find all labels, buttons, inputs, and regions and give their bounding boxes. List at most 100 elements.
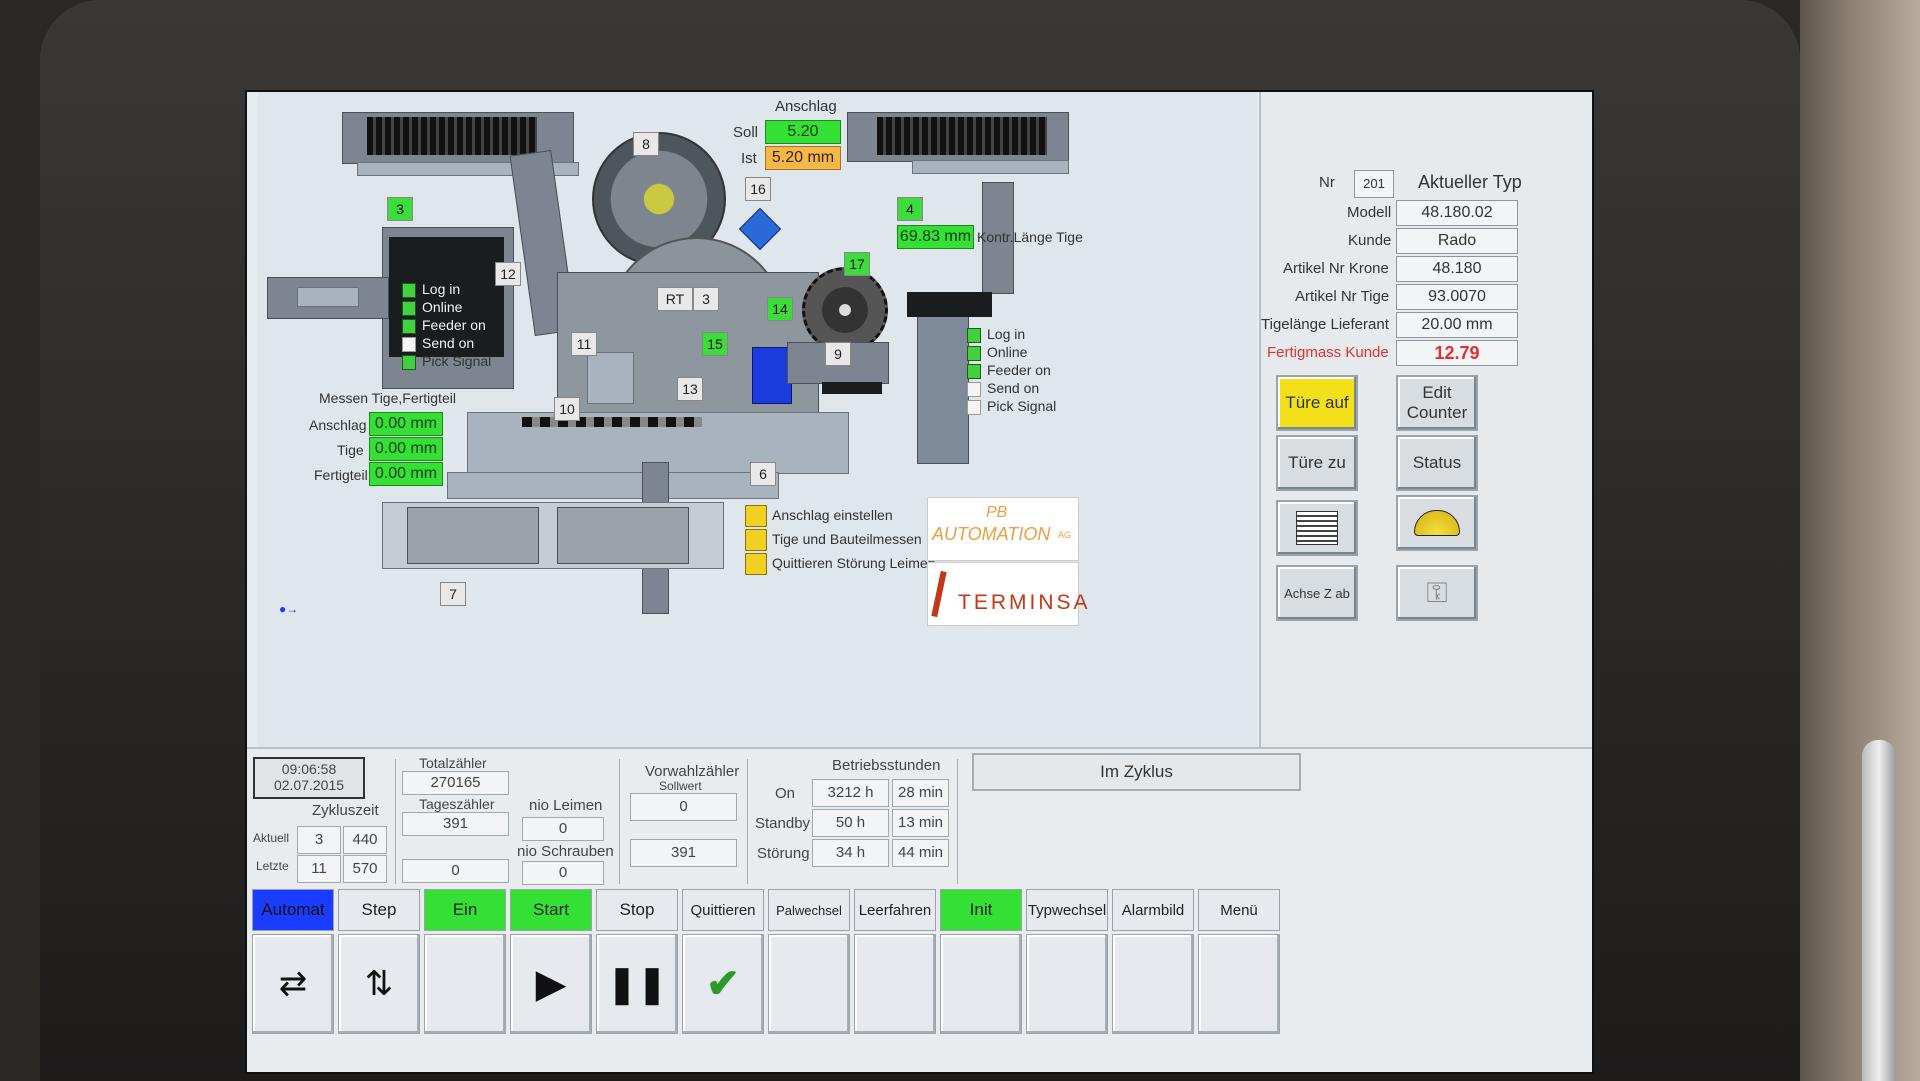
status-item: Pick Signal — [967, 397, 1056, 415]
empty-tile[interactable] — [1026, 934, 1108, 1034]
base-module-left — [407, 507, 539, 564]
acknowledge-button[interactable]: ✔ — [682, 934, 764, 1034]
achse-z-ab-button[interactable]: Achse Z ab — [1276, 565, 1358, 621]
task-checkbox[interactable] — [745, 553, 767, 575]
artikel-tige-label: Artikel Nr Tige — [1295, 288, 1390, 305]
station-tag[interactable]: 12 — [495, 262, 521, 286]
tab-quittieren[interactable]: Quittieren — [682, 889, 764, 931]
play-icon: ▶ — [535, 962, 567, 1006]
tab-typwechsel[interactable]: Typwechsel — [1026, 889, 1108, 931]
status-check-icon — [967, 327, 981, 343]
tab-menu[interactable]: Menü — [1198, 889, 1280, 931]
totalzaehler-value: 270165 — [402, 771, 509, 795]
station-tag[interactable]: 10 — [554, 397, 580, 421]
station-tag[interactable]: 11 — [571, 332, 597, 356]
station-tag[interactable]: 6 — [750, 462, 776, 486]
anschlag-soll-value[interactable]: 5.20 — [765, 120, 841, 144]
tab-palwechsel[interactable]: Palwechsel — [768, 889, 850, 931]
conveyor-left-part — [297, 287, 359, 307]
kunde-value: Rado — [1396, 228, 1518, 254]
nio-leimen-label: nio Leimen — [529, 797, 603, 814]
sollwert-label: Sollwert — [659, 779, 702, 793]
divider — [619, 759, 620, 884]
fertigmass-value: 12.79 — [1396, 340, 1518, 366]
empty-tile[interactable] — [940, 934, 1022, 1034]
empty-tile[interactable] — [1112, 934, 1194, 1034]
feeder-right-rails — [877, 117, 1047, 155]
status-button[interactable]: Status — [1396, 435, 1478, 491]
status-item: Feeder on — [967, 361, 1056, 379]
step-cycle-button[interactable]: ⇅ — [338, 934, 420, 1034]
station-tag[interactable]: RT — [657, 287, 693, 311]
tuere-zu-button[interactable]: Türe zu — [1276, 435, 1358, 491]
tab-start[interactable]: Start — [510, 889, 592, 931]
cycle-status: Im Zyklus — [972, 753, 1301, 791]
document-button[interactable] — [1276, 500, 1358, 556]
key-button[interactable]: ⚿ — [1396, 565, 1478, 621]
vorwahl-ist-value: 391 — [630, 839, 737, 867]
tab-automat[interactable]: Automat — [252, 889, 334, 931]
tab-ein[interactable]: Ein — [424, 889, 506, 931]
station-tag[interactable]: 14 — [767, 297, 793, 321]
aktuell-value-a: 3 — [297, 826, 341, 854]
messen-label-fertigteil: Fertigteil — [314, 467, 368, 483]
aktuell-value-b: 440 — [343, 826, 387, 854]
station-tag[interactable]: 3 — [693, 287, 719, 311]
pause-button[interactable]: ❚❚ — [596, 934, 678, 1034]
edit-counter-button[interactable]: Edit Counter — [1396, 375, 1478, 431]
station-tag[interactable]: 4 — [897, 197, 923, 221]
station-tag[interactable]: 13 — [677, 377, 703, 401]
zykluszeit-title: Zykluszeit — [312, 802, 379, 819]
betrieb-stoerung-hours: 34 h — [812, 839, 889, 867]
ist-label: Ist — [741, 150, 757, 167]
nio-schrauben-label: nio Schrauben — [517, 843, 614, 860]
tab-stop[interactable]: Stop — [596, 889, 678, 931]
vorwahl-soll-value[interactable]: 0 — [630, 793, 737, 821]
station-tag[interactable]: 8 — [633, 132, 659, 156]
lamp-button[interactable] — [1396, 495, 1478, 551]
task-checkbox[interactable] — [745, 529, 767, 551]
status-check-icon — [402, 282, 416, 298]
anschlag-title: Anschlag — [775, 98, 837, 115]
nr-value: 201 — [1354, 170, 1394, 198]
totalzaehler-label: Totalzähler — [419, 755, 487, 771]
axis-indicator-icon: ●→ — [279, 602, 299, 616]
station-tag[interactable]: 7 — [440, 582, 466, 606]
tageszaehler-value: 391 — [402, 812, 509, 836]
tab-step[interactable]: Step — [338, 889, 420, 931]
cycle-arrows-icon: ⇄ — [278, 965, 308, 1003]
letzte-value-a: 11 — [297, 855, 341, 883]
status-check-icon — [402, 336, 416, 352]
artikel-tige-value: 93.0070 — [1396, 284, 1518, 310]
station-tag[interactable]: 16 — [745, 177, 771, 201]
kontr-laenge-value: 69.83 mm — [897, 225, 974, 249]
betrieb-standby-min: 13 min — [892, 809, 949, 837]
empty-tile[interactable] — [1198, 934, 1280, 1034]
messen-label-tige: Tige — [337, 442, 364, 458]
station-tag[interactable]: 9 — [825, 342, 851, 366]
empty-tile[interactable] — [854, 934, 936, 1034]
empty-tile[interactable] — [424, 934, 506, 1034]
type-info-panel: Nr 201 Aktueller Typ Modell 48.180.02 Ku… — [1259, 92, 1592, 747]
status-item: Online — [967, 343, 1056, 361]
tab-init[interactable]: Init — [940, 889, 1022, 931]
aktuell-label: Aktuell — [253, 831, 290, 845]
tuere-auf-button[interactable]: Türe auf — [1276, 375, 1358, 431]
tab-leerfahren[interactable]: Leerfahren — [854, 889, 936, 931]
auto-cycle-button[interactable]: ⇄ — [252, 934, 334, 1034]
tigelaenge-value: 20.00 mm — [1396, 312, 1518, 338]
nio-leimen-value: 0 — [522, 817, 604, 841]
aktueller-typ-label: Aktueller Typ — [1418, 172, 1522, 192]
artikel-krone-label: Artikel Nr Krone — [1283, 260, 1389, 277]
station-tag[interactable]: 3 — [387, 197, 413, 221]
lower-rail — [447, 472, 779, 499]
task-checkbox[interactable] — [745, 505, 767, 527]
vorwahl-label: Vorwahlzähler — [645, 763, 740, 780]
play-button[interactable]: ▶ — [510, 934, 592, 1034]
station-tag[interactable]: 15 — [702, 332, 728, 356]
tab-alarmbild[interactable]: Alarmbild — [1112, 889, 1194, 931]
status-item: Online — [402, 298, 491, 316]
station-tag[interactable]: 17 — [844, 252, 870, 276]
betrieb-standby-label: Standby — [755, 815, 811, 832]
empty-tile[interactable] — [768, 934, 850, 1034]
